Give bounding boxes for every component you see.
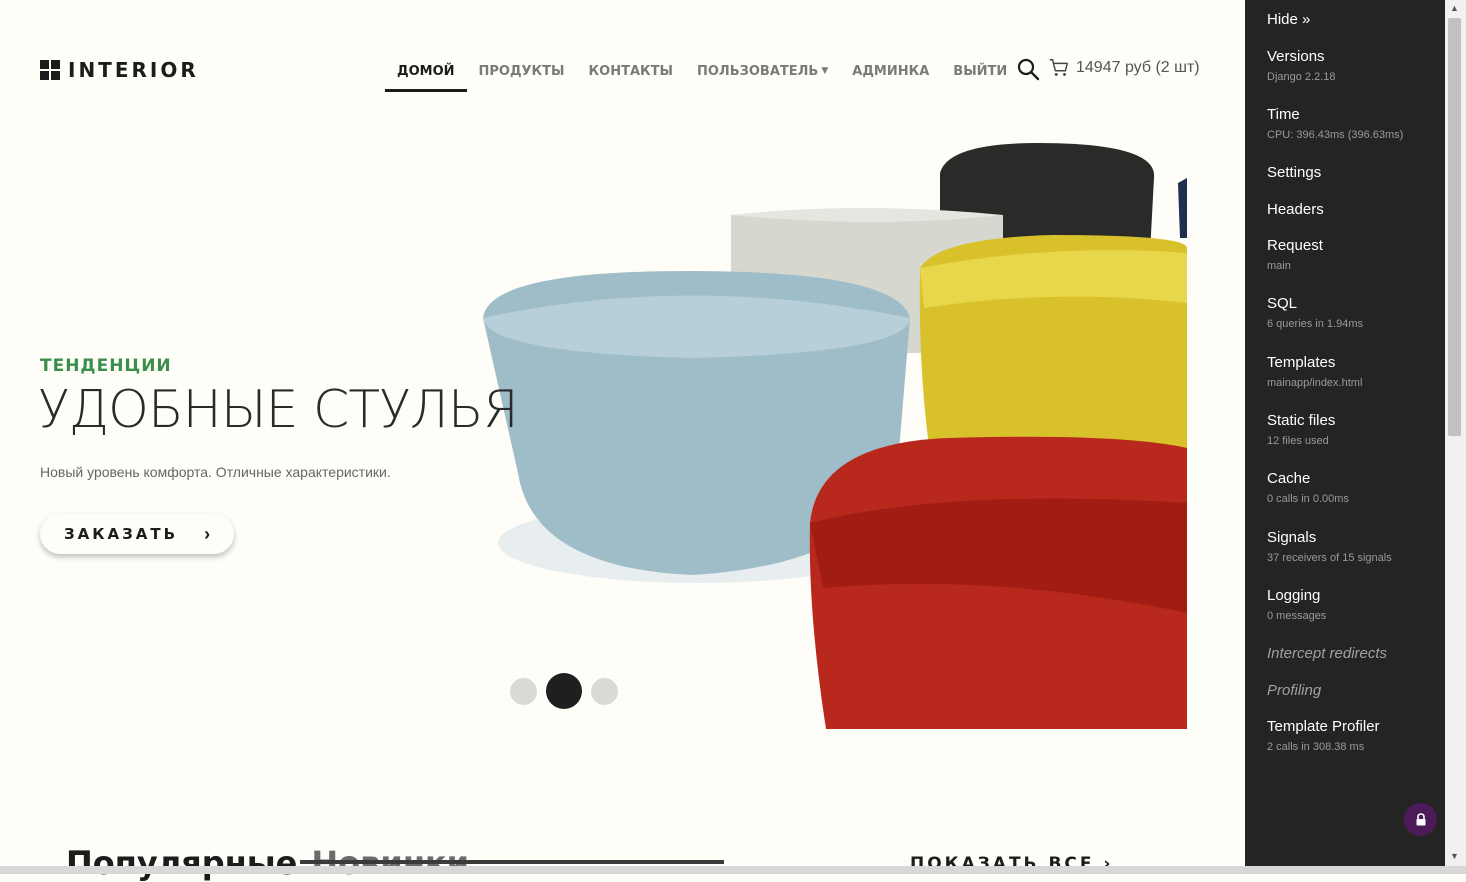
panel-subtitle: main bbox=[1267, 260, 1291, 272]
hero-kicker: ТЕНДЕНЦИИ bbox=[40, 356, 172, 376]
carousel-dot-1[interactable] bbox=[510, 677, 537, 705]
nav-admin[interactable]: АДМИНКА bbox=[840, 52, 941, 92]
panel-title: Template Profiler bbox=[1267, 718, 1380, 735]
cart-icon bbox=[1049, 59, 1068, 76]
panel-title: Signals bbox=[1267, 529, 1317, 546]
main-nav: ДОМОЙ ПРОДУКТЫ КОНТАКТЫ ПОЛЬЗОВАТЕЛЬ ▼ АД… bbox=[385, 52, 1019, 92]
panel-subtitle: 12 files used bbox=[1267, 435, 1329, 447]
nav-contacts[interactable]: КОНТАКТЫ bbox=[577, 52, 685, 92]
cart-link[interactable]: 14947 руб (2 шт) bbox=[1048, 57, 1200, 79]
panel-subtitle: 0 calls in 0.00ms bbox=[1267, 493, 1349, 505]
carousel-indicators bbox=[510, 673, 627, 709]
panel-subtitle: Django 2.2.18 bbox=[1267, 71, 1336, 83]
panel-profiling[interactable]: Profiling bbox=[1267, 682, 1457, 699]
panel-cache[interactable]: Cache 0 calls in 0.00ms bbox=[1267, 470, 1457, 505]
panel-title: Cache bbox=[1267, 470, 1311, 487]
scroll-up-arrow-icon[interactable]: ▲ bbox=[1450, 3, 1459, 13]
panel-headers[interactable]: Headers bbox=[1267, 201, 1457, 218]
carousel-dot-3[interactable] bbox=[591, 677, 618, 705]
page-scrollbar[interactable]: ▲ ▼ bbox=[1445, 0, 1466, 866]
search-icon[interactable] bbox=[1016, 57, 1040, 81]
cart-summary: 14947 руб (2 шт) bbox=[1076, 59, 1200, 76]
panel-intercept-redirects[interactable]: Intercept redirects bbox=[1267, 645, 1457, 662]
debug-toolbar-hide-button[interactable]: Hide » bbox=[1267, 11, 1310, 28]
debug-toolbar-handle[interactable] bbox=[1404, 803, 1437, 836]
hero-subtitle: Новый уровень комфорта. Отличные характе… bbox=[40, 464, 391, 480]
panel-title: Settings bbox=[1267, 164, 1322, 181]
chevron-right-icon: › bbox=[204, 523, 211, 544]
carousel-dot-2[interactable] bbox=[546, 673, 582, 709]
nav-user-dropdown[interactable]: ПОЛЬЗОВАТЕЛЬ ▼ bbox=[685, 52, 840, 92]
scroll-down-arrow-icon[interactable]: ▼ bbox=[1450, 851, 1459, 861]
panel-title: Logging bbox=[1267, 587, 1321, 604]
nav-home[interactable]: ДОМОЙ bbox=[385, 52, 467, 92]
panel-subtitle: 0 messages bbox=[1267, 610, 1327, 622]
panel-title: Versions bbox=[1267, 48, 1325, 65]
panel-static-files[interactable]: Static files 12 files used bbox=[1267, 412, 1457, 447]
scrollbar-thumb[interactable] bbox=[1448, 18, 1461, 436]
panel-versions[interactable]: Versions Django 2.2.18 bbox=[1267, 48, 1457, 83]
panel-title: Time bbox=[1267, 106, 1300, 123]
bottom-taskbar-strip bbox=[0, 866, 1466, 874]
panel-signals[interactable]: Signals 37 receivers of 15 signals bbox=[1267, 529, 1457, 564]
nav-user-label: ПОЛЬЗОВАТЕЛЬ bbox=[696, 64, 819, 79]
panel-subtitle: 37 receivers of 15 signals bbox=[1267, 552, 1392, 564]
order-button[interactable]: ЗАКАЗАТЬ › bbox=[40, 514, 234, 554]
panel-subtitle: mainapp/index.html bbox=[1267, 377, 1363, 389]
tab-popular[interactable]: Популярные bbox=[66, 844, 297, 882]
site-logo[interactable]: INTERIOR bbox=[40, 58, 199, 82]
hero-title: УДОБНЫЕ СТУЛЬЯ bbox=[38, 380, 519, 440]
panel-template-profiler[interactable]: Template Profiler 2 calls in 308.38 ms bbox=[1267, 718, 1457, 753]
section-divider bbox=[300, 860, 724, 864]
hero-poufs-image bbox=[483, 143, 1187, 729]
panel-request[interactable]: Request main bbox=[1267, 237, 1457, 272]
panel-title: Profiling bbox=[1267, 682, 1322, 699]
panel-subtitle: 6 queries in 1.94ms bbox=[1267, 318, 1363, 330]
nav-logout[interactable]: ВЫЙТИ bbox=[941, 52, 1019, 92]
panel-settings[interactable]: Settings bbox=[1267, 164, 1457, 181]
panel-title: SQL bbox=[1267, 295, 1298, 312]
panel-title: Request bbox=[1267, 237, 1323, 254]
order-button-label: ЗАКАЗАТЬ bbox=[64, 525, 179, 543]
panel-subtitle: CPU: 396.43ms (396.63ms) bbox=[1267, 129, 1404, 141]
panel-title: Templates bbox=[1267, 354, 1336, 371]
panel-title: Static files bbox=[1267, 412, 1336, 429]
nav-products[interactable]: ПРОДУКТЫ bbox=[467, 52, 577, 92]
panel-logging[interactable]: Logging 0 messages bbox=[1267, 587, 1457, 622]
logo-grid-icon bbox=[40, 60, 60, 80]
panel-sql[interactable]: SQL 6 queries in 1.94ms bbox=[1267, 295, 1457, 330]
panel-templates[interactable]: Templates mainapp/index.html bbox=[1267, 354, 1457, 389]
panel-title: Headers bbox=[1267, 201, 1324, 218]
panel-subtitle: 2 calls in 308.38 ms bbox=[1267, 741, 1365, 753]
logo-text: INTERIOR bbox=[68, 58, 199, 82]
panel-time[interactable]: Time CPU: 396.43ms (396.63ms) bbox=[1267, 106, 1457, 141]
lock-icon bbox=[1416, 813, 1425, 826]
debug-toolbar: Hide » Versions Django 2.2.18 Time CPU: … bbox=[1245, 0, 1457, 874]
panel-title: Intercept redirects bbox=[1267, 645, 1388, 662]
caret-down-icon: ▼ bbox=[821, 66, 829, 76]
